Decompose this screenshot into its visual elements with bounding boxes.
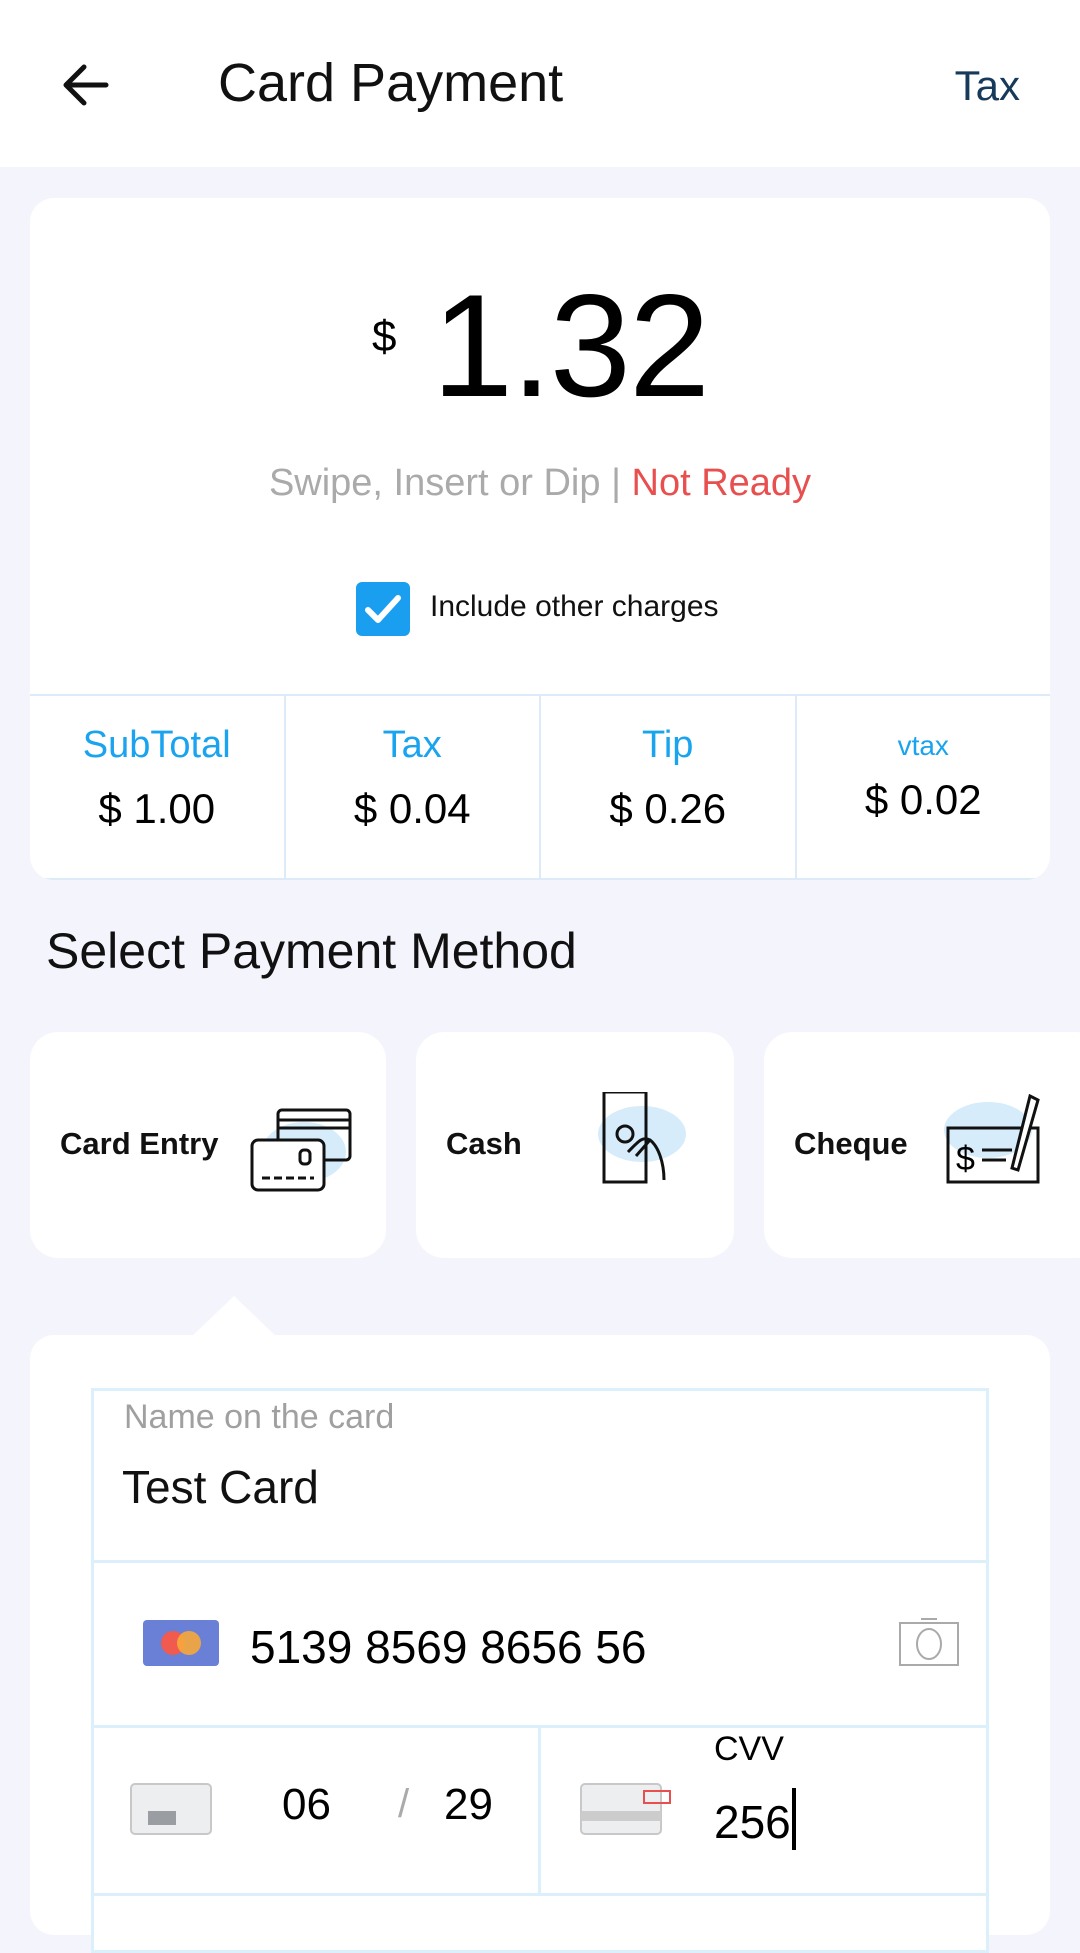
vtax-value: $ 0.02 <box>864 776 982 823</box>
tip-value: $ 0.26 <box>609 785 727 832</box>
tip-label: Tip <box>642 724 694 766</box>
tax-cell: Tax $ 0.04 <box>286 696 541 878</box>
include-other-charges-checkbox[interactable] <box>356 582 410 636</box>
expiry-month-input[interactable]: 06 <box>282 1780 331 1830</box>
page-title: Card Payment <box>218 53 564 113</box>
card-back-cvv-icon <box>580 1783 671 1835</box>
card-chip-icon <box>130 1783 212 1835</box>
subtotal-cell: SubTotal $ 1.00 <box>30 696 286 878</box>
svg-text:$: $ <box>956 1140 975 1178</box>
method-label: Card Entry <box>60 1126 219 1161</box>
selection-pointer <box>190 1296 278 1338</box>
subtotal-label: SubTotal <box>82 724 231 766</box>
vtax-cell: vtax $ 0.02 <box>797 696 1051 878</box>
currency-symbol: $ <box>372 312 397 361</box>
checkmark-icon <box>365 595 401 623</box>
card-number-input[interactable]: 5139 8569 8656 56 <box>250 1620 647 1674</box>
tip-cell: Tip $ 0.26 <box>541 696 797 878</box>
total-amount: 1.32 <box>432 264 710 427</box>
cvv-input[interactable]: 256 <box>714 1795 791 1849</box>
mastercard-icon <box>143 1620 219 1666</box>
method-cheque[interactable]: Cheque $ <box>764 1032 1080 1258</box>
reader-status: Swipe, Insert or Dip | Not Ready <box>30 462 1050 505</box>
expiry-separator: / <box>398 1782 410 1826</box>
cheque-icon: $ <box>944 1093 1040 1184</box>
method-cash[interactable]: Cash <box>416 1032 734 1258</box>
section-title: Select Payment Method <box>46 923 577 979</box>
status-state: Not Ready <box>631 462 812 504</box>
subtotal-value: $ 1.00 <box>98 785 216 832</box>
tax-label: Tax <box>382 724 442 766</box>
method-card-entry[interactable]: Card Entry <box>30 1032 386 1258</box>
expiry-year-input[interactable]: 29 <box>444 1780 493 1830</box>
status-prompt: Swipe, Insert or Dip | <box>268 462 621 504</box>
arrow-left-icon[interactable] <box>58 58 112 112</box>
amount-card: $ 1.32 Swipe, Insert or Dip | Not Ready … <box>30 198 1050 880</box>
tax-value: $ 0.04 <box>353 785 471 832</box>
charges-breakdown: SubTotal $ 1.00 Tax $ 0.04 Tip $ 0.26 vtax $… <box>30 694 1050 880</box>
vtax-label: vtax <box>897 730 949 761</box>
method-label: Cheque <box>794 1126 908 1161</box>
name-on-card-label: Name on the card <box>124 1398 395 1436</box>
method-label: Cash <box>446 1126 522 1161</box>
credit-card-icon <box>250 1108 352 1192</box>
text-cursor <box>792 1788 796 1850</box>
cash-hand-icon <box>598 1092 686 1184</box>
next-field[interactable] <box>91 1893 989 1953</box>
cvv-label: CVV <box>714 1730 784 1768</box>
camera-icon[interactable] <box>899 1617 961 1667</box>
name-on-card-input[interactable]: Test Card <box>122 1460 319 1514</box>
tax-button[interactable]: Tax <box>955 62 1020 110</box>
include-other-charges-label: Include other charges <box>430 590 719 623</box>
